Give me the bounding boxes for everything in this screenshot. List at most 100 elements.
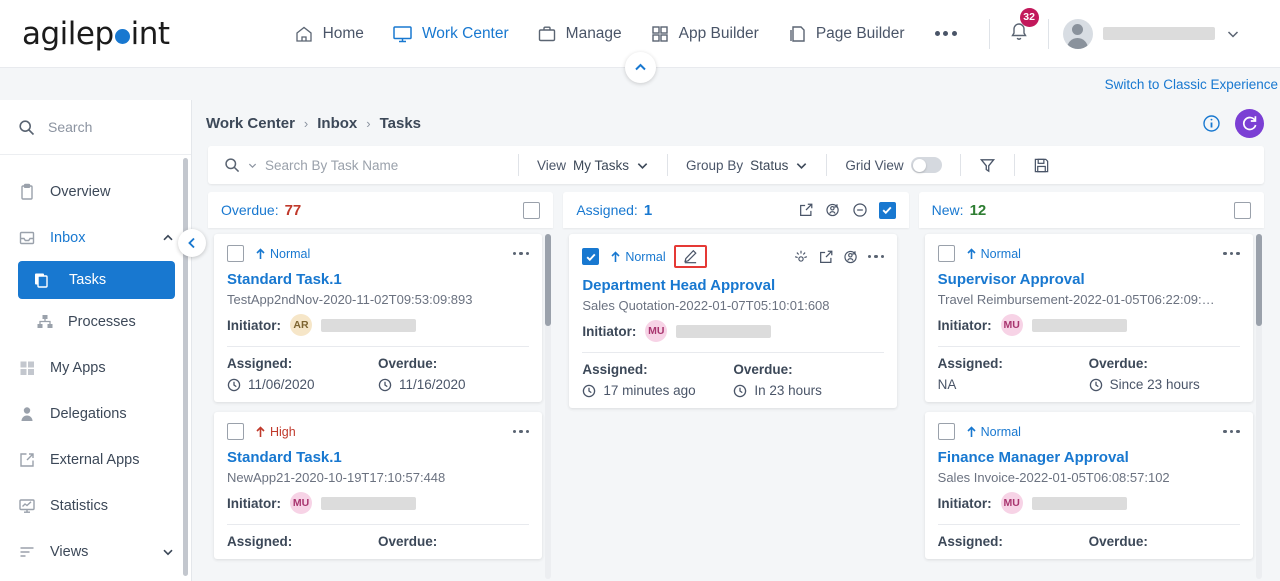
task-title[interactable]: Supervisor Approval	[938, 271, 1240, 288]
column-count: 77	[284, 201, 302, 219]
sidebar-item-overview[interactable]: Overview	[0, 169, 191, 215]
nav-item-home[interactable]: Home	[280, 0, 378, 68]
card-select-checkbox[interactable]	[937, 245, 955, 262]
export-icon[interactable]	[798, 202, 814, 218]
sidebar-item-label: Statistics	[50, 498, 109, 514]
breadcrumb-work-center[interactable]: Work Center	[206, 115, 295, 132]
card-more-button[interactable]	[867, 254, 885, 259]
initiator-label: Initiator:	[937, 317, 992, 333]
sidebar-item-inbox[interactable]: Inbox	[0, 215, 191, 261]
groupby-selector[interactable]: Group By Status	[668, 158, 826, 173]
chevron-down-icon[interactable]	[247, 160, 258, 171]
sidebar-item-statistics[interactable]: Statistics	[0, 483, 191, 529]
person-icon	[21, 407, 33, 421]
refresh-button[interactable]	[1235, 108, 1264, 138]
sidebar-item-views[interactable]: Views	[0, 529, 191, 575]
column-header-actions	[523, 201, 541, 219]
task-card[interactable]: High Standard Task.1 NewApp21-2020-10-19…	[214, 412, 542, 559]
card-more-button[interactable]	[512, 429, 529, 434]
breadcrumb-actions	[1202, 108, 1280, 138]
card-actions	[1223, 251, 1240, 256]
sidebar-scrollbar[interactable]	[183, 158, 188, 576]
initiator-avatar: MU	[645, 320, 668, 342]
save-icon	[1034, 158, 1048, 172]
info-icon[interactable]	[1202, 114, 1221, 133]
overdue-label: Overdue:	[1088, 356, 1148, 371]
task-card[interactable]: Normal Finance Manager Approval Sales In…	[924, 412, 1253, 559]
dot-3-icon	[1236, 429, 1240, 434]
scrollbar-thumb[interactable]	[545, 234, 552, 326]
column-select-all-checkbox[interactable]	[1233, 201, 1251, 219]
card-select-checkbox[interactable]	[582, 248, 600, 265]
task-title[interactable]: Standard Task.1	[227, 271, 529, 288]
sidebar-search[interactable]: Search	[0, 100, 191, 155]
overdue-label: Overdue:	[378, 356, 438, 371]
sidebar-item-tasks[interactable]: Tasks	[18, 261, 175, 299]
tasks-icon	[35, 273, 48, 288]
arrow-up-icon	[967, 425, 976, 437]
initiator-avatar: AR	[290, 314, 312, 336]
initiator-name-redacted	[1031, 318, 1127, 332]
sidebar-item-my-apps[interactable]: My Apps	[0, 345, 191, 391]
sidebar-item-processes[interactable]: Processes	[0, 299, 191, 345]
user-menu[interactable]	[1049, 18, 1257, 49]
sidebar-item-delegations[interactable]: Delegations	[0, 391, 191, 437]
collapse-sidebar-button[interactable]	[178, 229, 206, 257]
task-title[interactable]: Standard Task.1	[227, 449, 529, 466]
nav-item-page-builder[interactable]: Page Builder	[773, 0, 919, 68]
task-subtitle: TestApp2ndNov-2020-11-02T09:53:09:893	[227, 292, 473, 307]
filter-button[interactable]	[961, 157, 1014, 174]
breadcrumb-inbox[interactable]: Inbox	[317, 115, 357, 132]
task-card[interactable]: Normal Standard Task.1 TestApp2ndNov-202…	[214, 234, 542, 402]
gridview-toggle[interactable]	[910, 157, 942, 173]
nav-item-manage[interactable]: Manage	[523, 0, 636, 68]
card-more-button[interactable]	[1223, 429, 1240, 434]
breadcrumb-tasks[interactable]: Tasks	[380, 115, 421, 132]
save-button[interactable]	[1015, 157, 1068, 174]
card-select-checkbox[interactable]	[227, 423, 244, 440]
reassign-icon[interactable]	[843, 249, 859, 265]
card-select-checkbox[interactable]	[937, 423, 955, 440]
view-selector[interactable]: View My Tasks	[519, 158, 667, 173]
dot-1-icon	[512, 251, 516, 256]
sidebar-item-external-apps[interactable]: External Apps	[0, 437, 191, 483]
column-title: New:	[931, 202, 964, 218]
minus-circle-icon[interactable]	[852, 202, 868, 218]
edit-task-button-highlighted[interactable]	[673, 245, 707, 268]
overdue-column: Overdue:	[378, 534, 529, 549]
scrollbar-thumb[interactable]	[1255, 234, 1262, 326]
collapse-header-button[interactable]	[625, 52, 656, 83]
column-scrollbar[interactable]	[545, 234, 552, 579]
column-scrollbar[interactable]	[1255, 234, 1262, 579]
reassign-icon[interactable]	[825, 202, 841, 218]
initiator-avatar: MU	[290, 492, 312, 514]
inbox-icon	[19, 231, 35, 245]
nav-item-app-builder[interactable]: App Builder	[636, 0, 773, 68]
column-header: Assigned: 1	[563, 192, 909, 228]
task-card[interactable]: Normal Department Head Approval Sales Qu…	[569, 234, 898, 408]
priority-label: Normal	[980, 246, 1021, 261]
notifications-button[interactable]: 32	[990, 7, 1048, 48]
initiator-label: Initiator:	[227, 495, 281, 511]
export-icon[interactable]	[818, 249, 834, 265]
nav-item-work-center[interactable]: Work Center	[378, 0, 523, 68]
task-card[interactable]: Normal Supervisor Approval Travel Reimbu…	[924, 234, 1253, 402]
switch-to-classic-link[interactable]: Switch to Classic Experience	[1105, 77, 1278, 92]
agilepoint-logo[interactable]: agilep int	[22, 16, 170, 52]
card-header: Normal	[937, 245, 1240, 262]
search-input[interactable]: Search By Task Name	[208, 157, 518, 173]
column-select-all-checkbox[interactable]	[878, 201, 896, 219]
card-more-button[interactable]	[1223, 251, 1240, 256]
overdue-value-wrap: In 23 hours	[733, 383, 884, 398]
column-select-all-checkbox[interactable]	[523, 201, 541, 219]
settings-gear-icon[interactable]	[793, 249, 809, 265]
card-select-checkbox[interactable]	[227, 245, 244, 262]
card-more-button[interactable]	[512, 251, 529, 256]
view-value: My Tasks	[573, 157, 630, 173]
task-title[interactable]: Finance Manager Approval	[938, 449, 1240, 466]
task-title[interactable]: Department Head Approval	[582, 277, 884, 294]
column-card-list: Normal Standard Task.1 TestApp2ndNov-202…	[208, 228, 554, 581]
gridview-toggle-group[interactable]: Grid View	[827, 157, 959, 173]
overdue-value: Since 23 hours	[1109, 377, 1200, 392]
nav-more-button[interactable]	[919, 31, 973, 36]
